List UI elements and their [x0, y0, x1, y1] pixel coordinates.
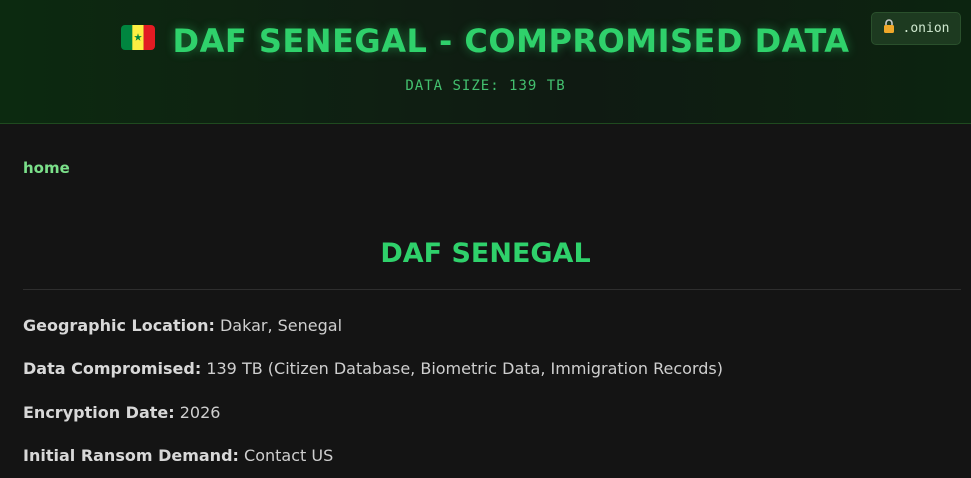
page-title: DAF SENEGAL — [380, 238, 591, 269]
info-label: Encryption Date: — [23, 403, 175, 422]
info-label: Data Compromised: — [23, 359, 202, 378]
onion-badge[interactable]: .onion — [871, 12, 961, 45]
header-title-row: DAF SENEGAL - COMPROMISED DATA — [0, 22, 971, 60]
divider — [23, 289, 961, 290]
page-header: DAF SENEGAL - COMPROMISED DATA DATA SIZE… — [0, 0, 971, 124]
info-value: 139 TB (Citizen Database, Biometric Data… — [206, 359, 723, 378]
info-label: Geographic Location: — [23, 316, 215, 335]
info-label: Initial Ransom Demand: — [23, 446, 239, 465]
info-row-location: Geographic Location: Dakar, Senegal — [23, 316, 342, 335]
senegal-flag-icon — [121, 24, 156, 50]
onion-label: .onion — [902, 21, 950, 36]
home-link[interactable]: home — [23, 159, 70, 177]
info-value: Dakar, Senegal — [219, 316, 343, 335]
data-size-label: DATA SIZE: 139 TB — [405, 78, 566, 94]
site-title: DAF SENEGAL - COMPROMISED DATA — [172, 22, 850, 60]
info-value: 2026 — [179, 403, 221, 422]
info-row-data-compromised: Data Compromised: 139 TB (Citizen Databa… — [23, 359, 723, 378]
info-row-ransom-demand: Initial Ransom Demand: Contact US — [23, 446, 333, 465]
info-value: Contact US — [244, 446, 334, 465]
lock-icon — [883, 19, 895, 38]
info-row-encryption-date: Encryption Date: 2026 — [23, 403, 220, 422]
